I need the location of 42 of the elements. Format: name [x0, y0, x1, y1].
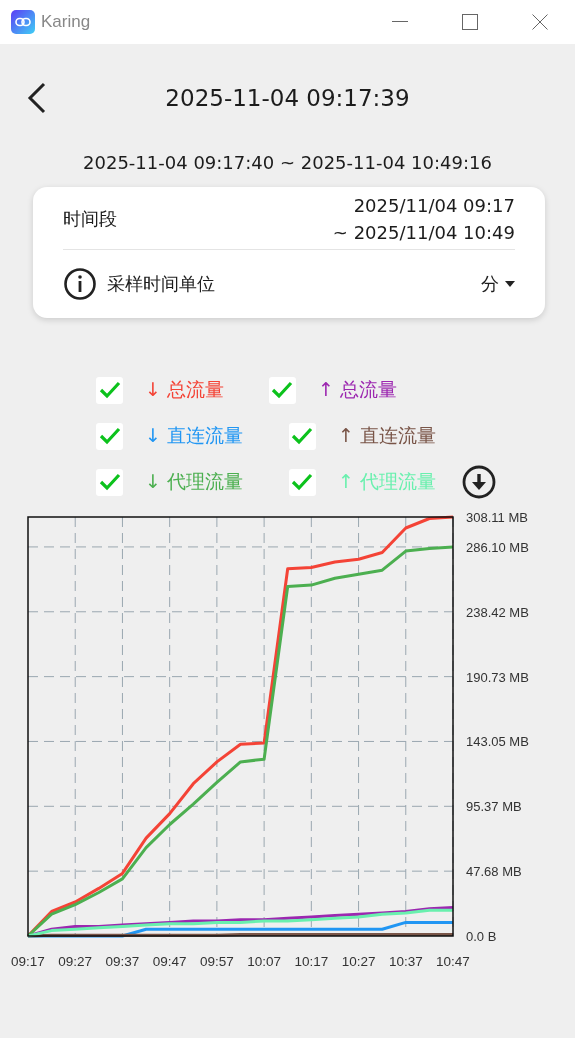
period-label: 时间段	[63, 207, 117, 231]
app-logo-icon	[11, 10, 35, 34]
y-axis-label: 0.0 B	[466, 929, 497, 944]
x-axis-label: 09:37	[105, 954, 140, 969]
info-icon	[63, 267, 97, 301]
legend-label: ↓ 直连流量	[145, 423, 243, 448]
checkbox[interactable]	[288, 422, 316, 450]
legend-label: ↓ 总流量	[145, 377, 224, 402]
y-axis-label: 308.11 MB	[466, 510, 528, 525]
download-icon[interactable]	[461, 465, 496, 499]
legend-label: ↓ 代理流量	[145, 469, 243, 494]
x-axis-label: 10:17	[294, 954, 329, 969]
x-axis-label: 09:27	[58, 954, 93, 969]
y-axis-label: 286.10 MB	[466, 539, 529, 555]
y-axis-label: 47.68 MB	[466, 864, 522, 880]
sampling-unit-label: 采样时间单位	[107, 272, 215, 296]
y-axis-label: 238.42 MB	[466, 604, 529, 620]
x-axis-label: 09:57	[200, 954, 234, 969]
checkbox[interactable]	[96, 468, 123, 496]
caret-icon	[505, 281, 515, 287]
x-axis-label: 09:47	[152, 954, 187, 969]
x-axis-label: 10:47	[436, 954, 470, 969]
y-axis-label: 190.73 MB	[466, 669, 529, 685]
legend-label: ↑ 代理流量	[337, 469, 436, 494]
checkbox[interactable]	[96, 422, 123, 450]
y-axis-label: 143.05 MB	[466, 734, 529, 750]
checkbox[interactable]	[288, 468, 316, 496]
page-title: 2025-11-04 09:17:39	[165, 85, 410, 111]
window-title: Karing	[41, 12, 91, 32]
x-axis-label: 10:27	[341, 954, 376, 969]
checkbox[interactable]	[268, 376, 296, 404]
period-end: ~ 2025/11/04 10:49	[332, 222, 515, 243]
time-range: 2025-11-04 09:17:40 ~ 2025-11-04 10:49:16	[82, 152, 493, 173]
x-axis-label: 10:07	[247, 954, 281, 969]
unit-dropdown[interactable]: 分	[481, 272, 515, 296]
legend-label: ↑ 总流量	[317, 377, 397, 402]
x-axis-label: 10:37	[388, 954, 423, 969]
checkbox[interactable]	[96, 376, 123, 404]
y-axis-label: 95.37 MB	[466, 799, 522, 815]
x-axis-label: 09:17	[11, 954, 45, 969]
legend-label: ↑ 直连流量	[337, 423, 436, 448]
period-start: 2025/11/04 09:17	[353, 195, 515, 216]
